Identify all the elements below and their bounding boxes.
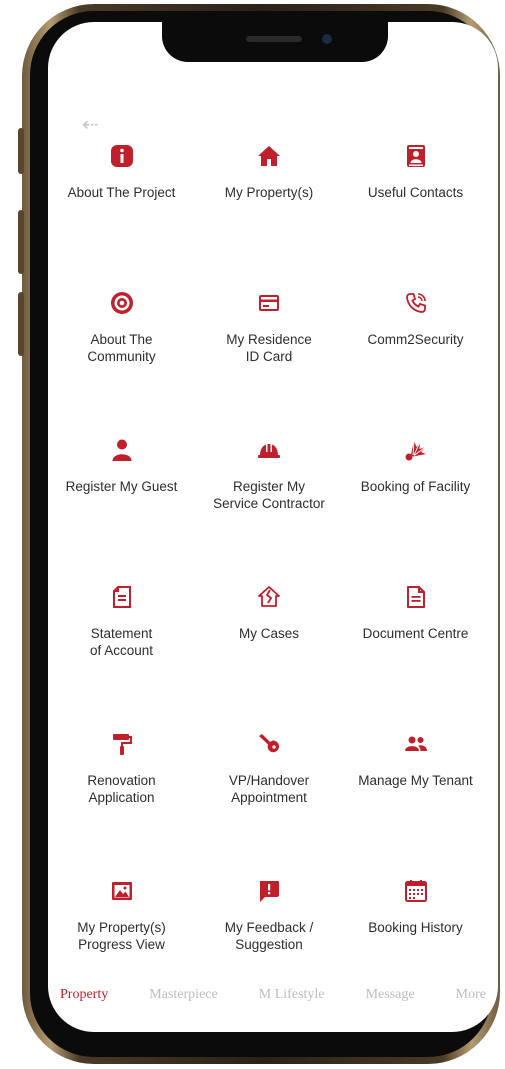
tab-m-lifestyle[interactable]: M Lifestyle xyxy=(259,987,325,1015)
menu-item-booking-of-facility[interactable]: Booking of Facility xyxy=(343,438,488,585)
menu-item-manage-my-tenant[interactable]: Manage My Tenant xyxy=(343,732,488,879)
menu-item-document-centre[interactable]: Document Centre xyxy=(343,585,488,732)
tab-message[interactable]: Message xyxy=(366,987,415,1015)
home-icon xyxy=(257,144,281,168)
menu-item-label: My Property(s) xyxy=(224,185,314,200)
hard-hat-icon xyxy=(257,438,281,462)
front-camera xyxy=(322,34,332,44)
tab-property[interactable]: Property xyxy=(60,987,108,1015)
menu-item-label: About The Project xyxy=(67,185,176,200)
menu-item-my-property[interactable]: My Property(s) xyxy=(195,144,343,291)
menu-item-comm2security[interactable]: Comm2Security xyxy=(343,291,488,438)
menu-item-statement-of-account[interactable]: Statement of Account xyxy=(48,585,195,732)
document-icon xyxy=(404,585,428,609)
phone-call-icon xyxy=(404,291,428,315)
menu-item-renovation-application[interactable]: Renovation Application xyxy=(48,732,195,879)
menu-item-label: My Feedback / Suggestion xyxy=(224,920,314,952)
calendar-icon xyxy=(404,879,428,903)
paint-roller-icon xyxy=(110,732,134,756)
menu-item-label: Register My Guest xyxy=(65,479,178,494)
menu-item-label: Booking of Facility xyxy=(360,479,471,494)
key-icon xyxy=(257,732,281,756)
volume-up-button xyxy=(18,210,24,274)
broken-house-icon xyxy=(257,585,281,609)
menu-item-label: Useful Contacts xyxy=(367,185,464,200)
menu-item-label: Manage My Tenant xyxy=(358,773,473,788)
people-icon xyxy=(404,732,428,756)
menu-item-vp-handover-appointment[interactable]: VP/Handover Appointment xyxy=(195,732,343,879)
menu-item-label: My Cases xyxy=(238,626,299,641)
bottom-tab-bar: Property Masterpiece M Lifestyle Message… xyxy=(48,987,498,1015)
tab-masterpiece[interactable]: Masterpiece xyxy=(149,987,217,1015)
shuttlecock-icon xyxy=(404,438,428,462)
menu-item-label: Statement of Account xyxy=(89,626,154,658)
speaker-grille xyxy=(246,36,302,42)
tab-more[interactable]: More xyxy=(456,987,486,1015)
menu-item-my-residence-id-card[interactable]: My Residence ID Card xyxy=(195,291,343,438)
menu-item-label: VP/Handover Appointment xyxy=(228,773,310,805)
menu-item-register-my-guest[interactable]: Register My Guest xyxy=(48,438,195,585)
person-icon xyxy=(110,438,134,462)
menu-item-label: My Residence ID Card xyxy=(226,332,312,364)
menu-grid: About The Project My Property(s) Useful … xyxy=(48,144,488,1026)
statement-icon xyxy=(110,585,134,609)
volume-down-button xyxy=(18,292,24,356)
picture-icon xyxy=(110,879,134,903)
menu-item-about-the-project[interactable]: About The Project xyxy=(48,144,195,291)
contacts-book-icon xyxy=(404,144,428,168)
notch xyxy=(162,22,388,62)
app-screen: ⇠ About The Project My Property(s) Usefu… xyxy=(48,22,498,1032)
menu-item-label: Comm2Security xyxy=(367,332,464,347)
menu-item-label: Booking History xyxy=(368,920,463,935)
menu-item-register-my-service-contractor[interactable]: Register My Service Contractor xyxy=(195,438,343,585)
menu-item-label: Renovation Application xyxy=(87,773,156,805)
menu-item-about-the-community[interactable]: About The Community xyxy=(48,291,195,438)
mute-switch xyxy=(18,128,24,174)
menu-item-label: About The Community xyxy=(87,332,156,364)
feedback-icon xyxy=(257,879,281,903)
menu-item-label: Document Centre xyxy=(362,626,469,641)
menu-item-useful-contacts[interactable]: Useful Contacts xyxy=(343,144,488,291)
target-icon xyxy=(110,291,134,315)
back-arrow-icon[interactable]: ⇠ xyxy=(82,114,106,134)
info-icon xyxy=(110,144,134,168)
menu-item-label: My Property(s) Progress View xyxy=(77,920,166,952)
menu-item-label: Register My Service Contractor xyxy=(213,479,325,511)
menu-item-my-cases[interactable]: My Cases xyxy=(195,585,343,732)
id-card-icon xyxy=(257,291,281,315)
